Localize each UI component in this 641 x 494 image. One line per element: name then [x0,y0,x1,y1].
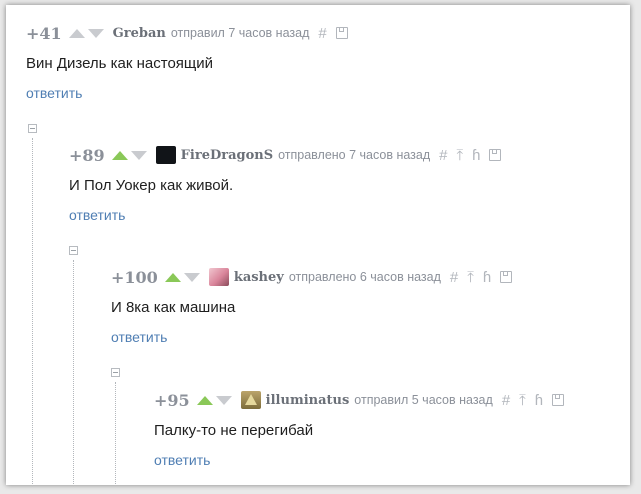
comment-text: Вин Дизель как настоящий [26,55,214,72]
comment-text: Палку-то не перегибай [154,422,314,439]
reply-link[interactable]: ответить [111,329,167,345]
thread-line [115,382,116,485]
comment-rating: +100 [111,267,158,287]
avatar[interactable] [240,391,261,409]
upvote-arrow-icon[interactable] [196,395,213,405]
reply-link[interactable]: ответить [154,452,210,468]
thread-line [32,138,33,485]
comment-rating: +95 [154,390,190,410]
arrow-up-icon[interactable]: ⤒ [467,269,474,286]
comment-timestamp: отправил 5 часов назад [354,393,493,407]
vote-controls [196,395,232,405]
comment-4: +95 illuminatus отправил 5 часов назад #… [154,390,624,468]
comment-header: +95 illuminatus отправил 5 часов назад #… [154,390,565,410]
reply-link[interactable]: ответить [26,85,82,101]
comment-timestamp: отправлено 6 часов назад [288,270,441,284]
comment-username[interactable]: FireDragonS [181,148,273,163]
comment-username[interactable]: illuminatus [266,393,350,408]
comment-header: +100 kashey отправлено 6 часов назад # ⤒… [111,267,513,287]
comment-1: +41 Greban отправил 7 часов назад # Вин … [26,23,626,101]
comment-rating: +89 [69,145,105,165]
comment-timestamp: отправлено 7 часов назад [278,148,431,162]
branch-icon[interactable]: ɦ [472,147,480,164]
downvote-arrow-icon[interactable] [183,272,200,282]
comment-rating: +41 [26,23,62,43]
comment-username[interactable]: kashey [234,270,284,285]
collapse-toggle-icon[interactable] [111,368,120,377]
reply-link[interactable]: ответить [69,207,125,223]
downvote-arrow-icon[interactable] [215,395,232,405]
comment-header: +89 FireDragonS отправлено 7 часов назад… [69,145,502,165]
vote-controls [68,28,104,38]
hash-icon[interactable]: # [502,392,510,409]
hash-icon[interactable]: # [439,147,447,164]
avatar[interactable] [155,146,176,164]
comment-text: И Пол Уокер как живой. [69,177,234,194]
comment-text: И 8ка как машина [111,299,236,316]
upvote-arrow-icon[interactable] [164,272,181,282]
comment-timestamp: отправил 7 часов назад [170,26,310,40]
branch-icon[interactable]: ɦ [483,269,491,286]
comment-header: +41 Greban отправил 7 часов назад # [26,23,348,43]
comment-2: +89 FireDragonS отправлено 7 часов назад… [69,145,629,223]
hash-icon[interactable]: # [318,25,326,42]
comments-card: +41 Greban отправил 7 часов назад # Вин … [6,5,630,485]
comment-username[interactable]: Greban [113,26,166,41]
branch-icon[interactable]: ɦ [535,392,543,409]
thread-line [73,260,74,485]
vote-controls [111,150,147,160]
collapse-toggle-icon[interactable] [28,124,37,133]
arrow-up-icon[interactable]: ⤒ [519,392,526,409]
vote-controls [164,272,200,282]
save-icon[interactable] [552,394,565,406]
save-icon[interactable] [489,149,502,161]
save-icon[interactable] [500,271,513,283]
upvote-arrow-icon[interactable] [68,28,85,38]
save-icon[interactable] [335,27,348,39]
collapse-toggle-icon[interactable] [69,246,78,255]
comment-3: +100 kashey отправлено 6 часов назад # ⤒… [111,267,626,345]
avatar[interactable] [208,268,229,286]
hash-icon[interactable]: # [450,269,458,286]
arrow-up-icon[interactable]: ⤒ [457,147,464,164]
upvote-arrow-icon[interactable] [111,150,128,160]
downvote-arrow-icon[interactable] [130,150,147,160]
downvote-arrow-icon[interactable] [87,28,104,38]
